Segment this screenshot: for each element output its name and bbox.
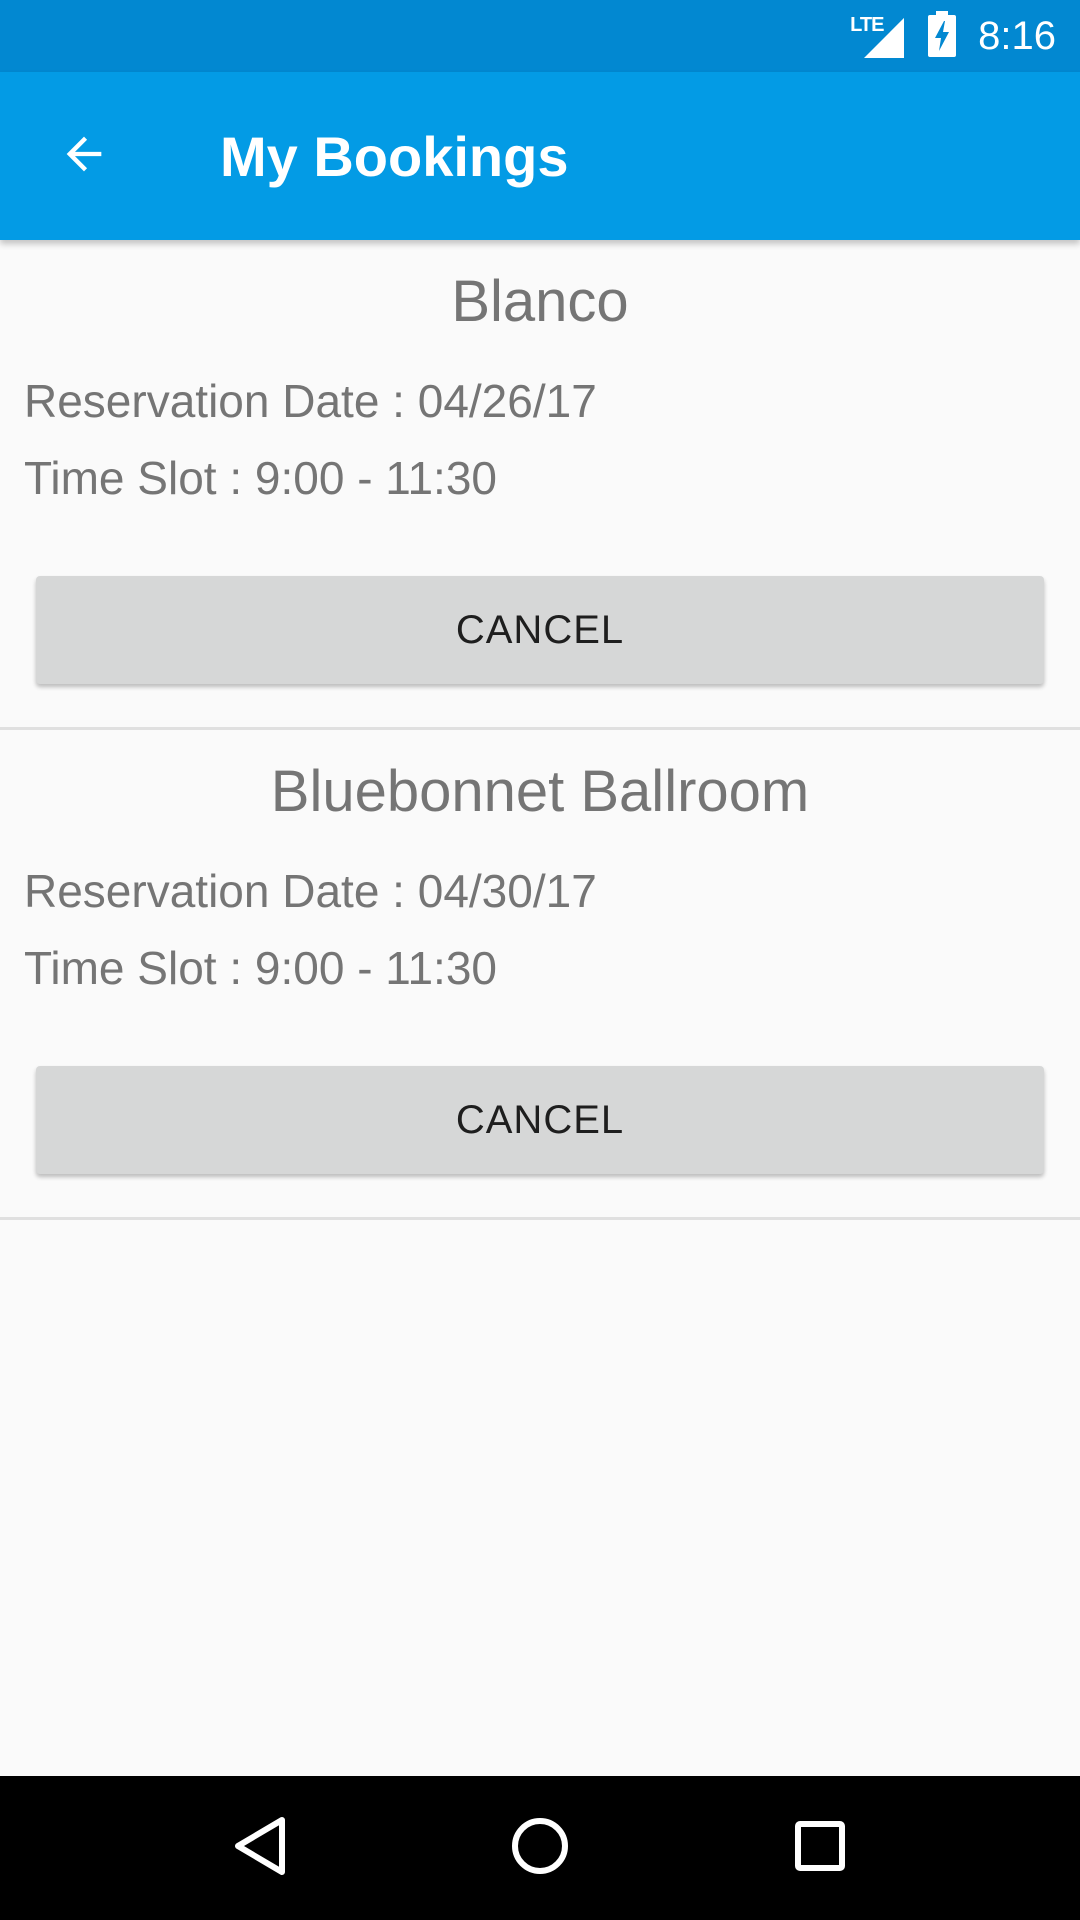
- page-title: My Bookings: [220, 124, 569, 188]
- reservation-date: Reservation Date : 04/30/17: [24, 865, 597, 917]
- status-icons: LTE 8:16: [850, 10, 1056, 62]
- status-time: 8:16: [978, 13, 1056, 58]
- venue-name: Bluebonnet Ballroom: [270, 759, 810, 824]
- nav-home-icon: [510, 1816, 570, 1881]
- back-button[interactable]: [36, 108, 132, 204]
- cancel-button[interactable]: CANCEL: [36, 576, 1044, 684]
- cancel-button[interactable]: CANCEL: [36, 1066, 1044, 1174]
- booking-card: Blanco Reservation Date : 04/26/17 Time …: [0, 240, 1080, 730]
- app-bar: My Bookings: [0, 72, 1080, 240]
- time-slot: Time Slot : 9:00 - 11:30: [24, 452, 498, 504]
- status-bar: LTE 8:16: [0, 0, 1080, 72]
- arrow-back-icon: [58, 128, 110, 185]
- venue-name: Blanco: [451, 269, 629, 334]
- navigation-bar: [0, 1776, 1080, 1920]
- screen: LTE 8:16 My Bookings Blanco Reservation …: [0, 0, 1080, 1920]
- bookings-list: Blanco Reservation Date : 04/26/17 Time …: [0, 240, 1080, 1220]
- nav-recents-icon: [794, 1820, 846, 1877]
- nav-back-icon: [232, 1816, 288, 1881]
- lte-signal-icon: LTE: [850, 14, 906, 58]
- booking-card: Bluebonnet Ballroom Reservation Date : 0…: [0, 730, 1080, 1220]
- nav-home-button[interactable]: [480, 1788, 600, 1908]
- battery-charging-icon: [928, 10, 957, 62]
- time-slot: Time Slot : 9:00 - 11:30: [24, 942, 498, 994]
- nav-back-button[interactable]: [200, 1788, 320, 1908]
- nav-recents-button[interactable]: [760, 1788, 880, 1908]
- reservation-date: Reservation Date : 04/26/17: [24, 375, 597, 427]
